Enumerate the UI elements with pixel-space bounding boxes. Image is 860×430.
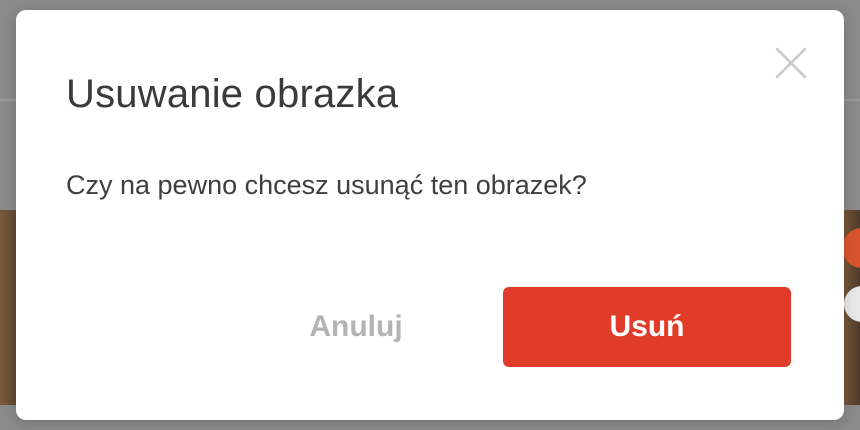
dialog-message: Czy na pewno chcesz usunąć ten obrazek? xyxy=(66,170,587,200)
delete-button[interactable]: Usuń xyxy=(503,287,791,367)
close-button[interactable] xyxy=(774,46,808,80)
dialog-title: Usuwanie obrazka xyxy=(66,72,399,116)
close-icon xyxy=(775,47,807,79)
cancel-button[interactable]: Anuluj xyxy=(221,287,491,367)
delete-image-dialog: Usuwanie obrazka Czy na pewno chcesz usu… xyxy=(16,10,844,420)
